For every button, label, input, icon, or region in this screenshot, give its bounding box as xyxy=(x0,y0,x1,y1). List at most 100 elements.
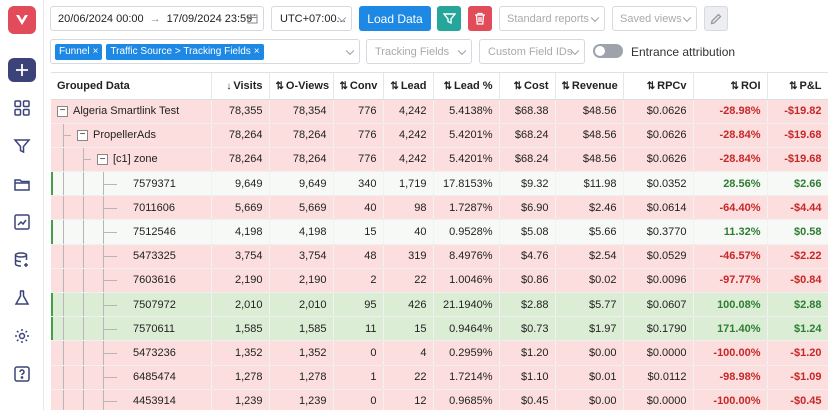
table-cell: 100.08% xyxy=(693,292,768,318)
table-cell: $0.0352 xyxy=(623,171,694,197)
table-row[interactable]: 7512546 4,198 4,198 15 40 0.9528% $5.08 $5.66 $0… xyxy=(51,219,828,245)
table-row[interactable]: 6485474 1,278 1,278 1 22 1.7214% $1.10 $0.01 $0.… xyxy=(51,365,828,390)
sort-icon[interactable]: ⇅ xyxy=(562,81,570,92)
load-data-button[interactable]: Load Data xyxy=(359,6,431,31)
standard-reports-select[interactable]: Standard reports xyxy=(499,6,605,31)
column-header[interactable]: ⇅ ROI xyxy=(693,73,768,100)
sort-icon[interactable]: ⇅ xyxy=(731,81,739,92)
nav-folders[interactable] xyxy=(10,172,34,196)
table-header: Grouped Data ↓ Visits ⇅ O-Views ⇅ Conv ⇅ Lead ⇅ Le… xyxy=(51,73,828,100)
sort-icon[interactable]: ⇅ xyxy=(514,81,522,92)
table-row[interactable]: 7579371 9,649 9,649 340 1,719 17.8153% $9.32 $1… xyxy=(51,171,828,197)
table-cell: 1,585 xyxy=(211,316,270,342)
nav-help[interactable] xyxy=(10,362,34,386)
sort-desc-icon[interactable]: ↓ xyxy=(226,81,231,92)
collapse-toggle[interactable]: − xyxy=(97,154,108,166)
table-cell: $0.0112 xyxy=(623,365,694,390)
tree-guide xyxy=(83,268,84,292)
table-cell: 5,669 xyxy=(269,195,334,221)
sort-icon[interactable]: ⇅ xyxy=(647,81,655,92)
table-cell: $68.24 xyxy=(499,147,556,173)
table-cell: $0.01 xyxy=(555,365,624,390)
grouping-tag[interactable]: Funnel × xyxy=(55,43,103,60)
chevron-down-icon xyxy=(457,46,467,55)
tree-guide xyxy=(83,172,84,195)
table-cell: 1,239 xyxy=(211,389,270,410)
nav-reports[interactable] xyxy=(10,210,34,234)
column-header[interactable]: ⇅ Cost xyxy=(499,73,556,100)
table-cell: 8.4976% xyxy=(433,244,500,269)
tree-guide xyxy=(63,389,64,410)
timezone-value: UTC+07:00... xyxy=(280,12,346,25)
table-cell: 78,264 xyxy=(269,123,334,148)
table-row[interactable]: − Algeria Smartlink Test 78,355 78,354 776 4,… xyxy=(51,99,828,124)
column-header[interactable]: ⇅ Conv xyxy=(333,73,384,100)
table-cell: $5.08 xyxy=(499,219,556,245)
collapse-toggle[interactable]: − xyxy=(77,129,88,141)
logo[interactable] xyxy=(8,6,36,34)
tree-guide xyxy=(83,159,91,161)
custom-field-ids-select[interactable]: Custom Field IDs xyxy=(479,39,585,64)
table-cell: $11.98 xyxy=(555,171,624,197)
column-header[interactable]: ⇅ P&L xyxy=(767,73,828,100)
table-cell: 4,198 xyxy=(269,219,334,245)
column-header[interactable]: ⇅ Lead % xyxy=(433,73,500,100)
tree-guide xyxy=(83,244,84,268)
table-cell: 4 xyxy=(383,340,434,366)
table-row[interactable]: 7570611 1,585 1,585 11 15 0.9464% $0.73 $1.97 $0… xyxy=(51,316,828,342)
column-header[interactable]: Grouped Data xyxy=(51,73,212,100)
table-row[interactable]: 5473325 3,754 3,754 48 319 8.4976% $4.76 $2.54 $… xyxy=(51,244,828,269)
table-row[interactable]: 5473236 1,352 1,352 0 4 0.2959% $1.20 $0.00 $0.0… xyxy=(51,340,828,366)
row-label: 7512546 xyxy=(133,226,176,239)
table-cell: -$19.82 xyxy=(767,99,828,124)
table-cell: $2.88 xyxy=(499,292,556,318)
collapse-toggle[interactable]: − xyxy=(57,105,68,117)
sort-icon[interactable]: ⇅ xyxy=(789,81,797,92)
column-header[interactable]: ⇅ Revenue xyxy=(555,73,624,100)
table-cell: $0.02 xyxy=(555,268,624,294)
sort-icon[interactable]: ⇅ xyxy=(444,81,452,92)
add-button[interactable] xyxy=(8,58,36,82)
table-row[interactable]: − PropellerAds 78,264 78,264 776 4,242 5.4201%… xyxy=(51,123,828,148)
column-header[interactable]: ⇅ O-Views xyxy=(269,73,334,100)
column-header[interactable]: ⇅ Lead xyxy=(383,73,434,100)
close-icon[interactable]: × xyxy=(93,46,99,57)
table-row[interactable]: 7507972 2,010 2,010 95 426 21.1940% $2.88 $5.77… xyxy=(51,292,828,318)
column-header[interactable]: ↓ Visits xyxy=(211,73,270,100)
tracking-fields-select[interactable]: Tracking Fields xyxy=(366,39,472,64)
column-header-label: RPCv xyxy=(657,79,687,92)
grouped-data-cell: − [c1] zone xyxy=(51,147,212,173)
sort-icon[interactable]: ⇅ xyxy=(276,81,284,92)
edit-view-button[interactable] xyxy=(704,6,728,31)
entrance-attribution-toggle[interactable] xyxy=(593,44,623,58)
table-cell: 78,355 xyxy=(211,99,270,124)
nav-dashboard[interactable] xyxy=(10,96,34,120)
table-row[interactable]: 7011606 5,669 5,669 40 98 1.7287% $6.90 $2.46 $0… xyxy=(51,195,828,221)
table-row[interactable]: − [c1] zone 78,264 78,264 776 4,242 5.4201% $68… xyxy=(51,147,828,173)
sort-icon[interactable]: ⇅ xyxy=(340,81,348,92)
tree-guide xyxy=(83,365,84,389)
date-range-picker[interactable]: 20/06/2024 00:00 → 17/09/2024 23:59 xyxy=(50,6,264,31)
help-icon xyxy=(14,366,30,382)
nav-funnels[interactable] xyxy=(10,134,34,158)
nav-data[interactable] xyxy=(10,248,34,272)
grouping-tag[interactable]: Traffic Source > Tracking Fields × xyxy=(106,43,264,60)
timezone-select[interactable]: UTC+07:00... xyxy=(271,6,352,31)
table-row[interactable]: 7603616 2,190 2,190 2 22 1.0046% $0.86 $0.02 $0.… xyxy=(51,268,828,294)
filter-button[interactable] xyxy=(437,6,461,31)
column-header[interactable]: ⇅ RPCv xyxy=(623,73,694,100)
grouping-select[interactable]: Funnel × Traffic Source > Tracking Fields… xyxy=(50,39,360,64)
close-icon[interactable]: × xyxy=(254,46,260,57)
table-row[interactable]: 4453914 1,239 1,239 0 12 0.9685% $0.45 $0.00 $0.… xyxy=(51,389,828,410)
delete-button[interactable] xyxy=(468,6,492,31)
tree-guide xyxy=(63,341,64,365)
sort-icon[interactable]: ⇅ xyxy=(390,81,398,92)
nav-settings[interactable] xyxy=(10,324,34,348)
nav-lab[interactable] xyxy=(10,286,34,310)
table-cell: 0 xyxy=(333,389,384,410)
table-cell: 1,585 xyxy=(269,316,334,342)
table-cell: 776 xyxy=(333,99,384,124)
saved-views-select[interactable]: Saved views xyxy=(612,6,697,31)
table-cell: 15 xyxy=(383,316,434,342)
table-cell: $48.56 xyxy=(555,123,624,148)
